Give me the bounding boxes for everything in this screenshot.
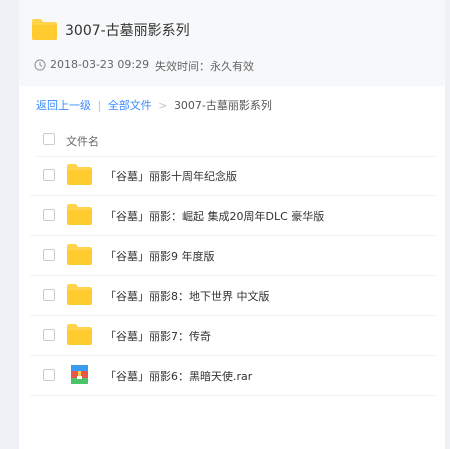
file-name[interactable]: 「谷墓」丽影7：传奇: [105, 328, 211, 344]
row-checkbox[interactable]: [43, 169, 55, 181]
folder-icon: [67, 324, 92, 345]
folder-icon: [67, 204, 92, 225]
column-filename[interactable]: 文件名: [66, 133, 99, 149]
file-row[interactable]: 「谷墓」丽影6：黑暗天使.rar: [30, 355, 436, 396]
file-row[interactable]: 「谷墓」丽影：崛起 集成20周年DLC 豪华版: [30, 195, 436, 236]
row-checkbox[interactable]: [43, 249, 55, 261]
clock-icon: [34, 59, 46, 71]
breadcrumb-arrow: >: [158, 99, 168, 112]
breadcrumb: 返回上一级 | 全部文件 > 3007-古墓丽影系列: [36, 97, 272, 113]
row-checkbox[interactable]: [43, 289, 55, 301]
file-row[interactable]: 「谷墓」丽影9 年度版: [30, 235, 436, 276]
folder-icon: [67, 284, 92, 305]
row-checkbox[interactable]: [43, 369, 55, 381]
breadcrumb-divider: |: [97, 99, 102, 112]
share-date: 2018-03-23 09:29: [50, 58, 150, 71]
left-sidebar-strip: [0, 0, 19, 449]
expiry-text: 失效时间：永久有效: [155, 60, 254, 73]
folder-icon: [67, 244, 92, 265]
right-scroll-strip: [445, 0, 450, 449]
all-files-link[interactable]: 全部文件: [108, 99, 152, 112]
folder-icon: [67, 164, 92, 185]
file-name[interactable]: 「谷墓」丽影：崛起 集成20周年DLC 豪华版: [105, 208, 324, 224]
file-name[interactable]: 「谷墓」丽影6：黑暗天使.rar: [105, 368, 252, 384]
file-row[interactable]: 「谷墓」丽影十周年纪念版: [30, 155, 436, 196]
list-header: 文件名: [36, 124, 436, 157]
select-all-checkbox[interactable]: [43, 133, 55, 145]
file-row[interactable]: 「谷墓」丽影8：地下世界 中文版: [30, 275, 436, 316]
share-header: 3007-古墓丽影系列 2018-03-23 09:29 失效时间：永久有效: [19, 0, 445, 86]
file-name[interactable]: 「谷墓」丽影十周年纪念版: [105, 168, 237, 184]
archive-icon: [71, 365, 88, 384]
file-name[interactable]: 「谷墓」丽影9 年度版: [105, 248, 215, 264]
folder-icon: [32, 19, 57, 40]
share-title: 3007-古墓丽影系列: [65, 23, 190, 39]
row-checkbox[interactable]: [43, 329, 55, 341]
back-link[interactable]: 返回上一级: [36, 99, 91, 112]
row-checkbox[interactable]: [43, 209, 55, 221]
file-name[interactable]: 「谷墓」丽影8：地下世界 中文版: [105, 288, 270, 304]
file-row[interactable]: 「谷墓」丽影7：传奇: [30, 315, 436, 356]
breadcrumb-current: 3007-古墓丽影系列: [173, 99, 272, 112]
